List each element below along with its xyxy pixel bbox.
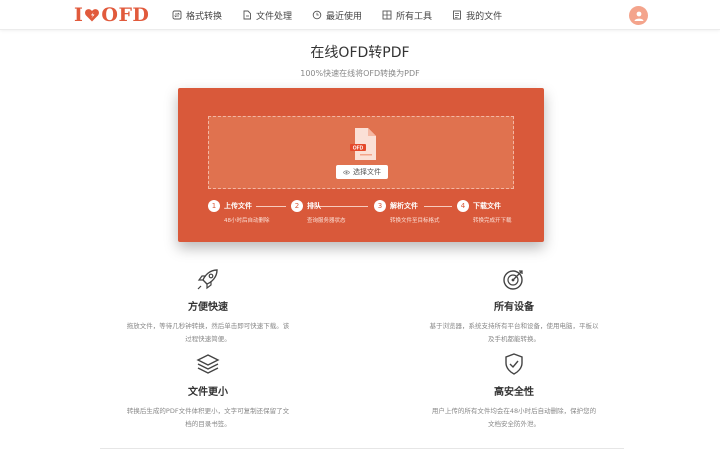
- logo-text-left: I: [74, 4, 84, 26]
- step-desc: 查询服务器状态: [307, 218, 346, 224]
- file-drop-zone[interactable]: OFD 选择文件: [208, 116, 514, 189]
- feature-desc: 转换后生成的PDF文件体积更小，文字可复制还保留了文 档的目录书签。: [118, 405, 298, 431]
- feature-title: 高安全性: [494, 387, 534, 398]
- my-file-icon: [453, 10, 462, 20]
- convert-icon: [172, 10, 182, 20]
- nav-label: 文件处理: [256, 11, 293, 22]
- nav-label: 最近使用: [326, 11, 363, 22]
- page-subtitle: 100%快速在线将OFD转换为PDF: [300, 69, 420, 78]
- progress-steps: 1 上传文件 48小时后自动删除 2 排队 查询服务器状态 3 解析文件 转换文…: [208, 200, 514, 230]
- step-desc: 转换文件至目标格式: [390, 218, 440, 224]
- nav-file-process[interactable]: 文件处理: [242, 0, 292, 30]
- main-nav: 格式转换 文件处理 最近使用 所有工具 我的文件: [172, 0, 522, 30]
- nav-label: 所有工具: [396, 11, 433, 22]
- nav-label: 格式转换: [186, 11, 223, 22]
- step-title: 解析文件: [390, 202, 418, 210]
- feature-desc-line: 文档安全防外泄。: [488, 420, 540, 428]
- feature-title: 方便快速: [188, 302, 228, 313]
- eye-icon: [343, 170, 350, 174]
- feature-title: 所有设备: [494, 302, 534, 313]
- step-desc: 48小时后自动删除: [224, 218, 270, 224]
- top-header: I OFD 格式转换 文件处理 最近使用 所有工具 我的文件: [0, 0, 720, 30]
- ofd-badge-text: OFD: [353, 146, 364, 152]
- step-title: 上传文件: [224, 202, 252, 210]
- nav-my-files[interactable]: 我的文件: [452, 0, 502, 30]
- step-connector: [316, 206, 368, 207]
- nav-recent[interactable]: 最近使用: [312, 0, 362, 30]
- step-connector: [256, 206, 286, 207]
- shield-icon: [505, 353, 523, 375]
- feature-smaller: 文件更小 转换后生成的PDF文件体积更小，文字可复制还保留了文 档的目录书签。: [118, 351, 298, 431]
- file-process-icon: [243, 10, 251, 20]
- step-number: 4: [457, 200, 469, 212]
- target-icon: [503, 270, 523, 290]
- heart-logo-icon: [85, 9, 100, 22]
- rocket-icon: [197, 269, 218, 290]
- step-title: 排队: [307, 202, 321, 210]
- footer-divider: [100, 448, 624, 449]
- step-number: 1: [208, 200, 220, 212]
- logo-text-right: OFD: [101, 4, 150, 26]
- step-desc: 转换完成开下载: [473, 218, 512, 224]
- nav-all-tools[interactable]: 所有工具: [382, 0, 432, 30]
- layers-icon: [196, 354, 220, 374]
- page-title: 在线OFD转PDF: [310, 45, 410, 61]
- user-avatar[interactable]: [629, 6, 648, 25]
- site-logo[interactable]: I OFD: [74, 4, 149, 26]
- feature-desc-line: 及手机都能转换。: [488, 335, 540, 343]
- ofd-file-icon: OFD: [350, 128, 376, 160]
- feature-desc-line: 转换后生成的PDF文件体积更小，文字可复制还保留了文: [126, 407, 290, 415]
- clock-icon: [312, 10, 322, 20]
- step-number: 3: [374, 200, 386, 212]
- step-connector: [424, 206, 452, 207]
- select-file-label: 选择文件: [353, 168, 381, 176]
- feature-desc-line: 过程快速简便。: [185, 335, 231, 343]
- feature-security: 高安全性 用户上传的所有文件均会在48小时后自动删除，保护您的 文档安全防外泄。: [424, 351, 604, 431]
- feature-title: 文件更小: [188, 387, 228, 398]
- feature-desc: 基于浏览器，系统支持所有平台和设备，使用电脑，平板以 及手机都能转换。: [424, 320, 604, 346]
- feature-desc-line: 档的目录书签。: [185, 420, 231, 428]
- feature-desc: 拖放文件，等待几秒钟转换，然后单击即可快速下载。该 过程快速简便。: [118, 320, 298, 346]
- upload-panel: OFD 选择文件 1 上传文件 48小时后自动删除 2 排队 查询服务器状态 3…: [178, 88, 544, 242]
- step-title: 下载文件: [473, 202, 501, 210]
- user-icon: [634, 11, 643, 21]
- feature-desc-line: 用户上传的所有文件均会在48小时后自动删除，保护您的: [431, 407, 597, 415]
- step-number: 2: [291, 200, 303, 212]
- feature-desc: 用户上传的所有文件均会在48小时后自动删除，保护您的 文档安全防外泄。: [424, 405, 604, 431]
- select-file-button[interactable]: 选择文件: [336, 165, 388, 179]
- nav-format-convert[interactable]: 格式转换: [172, 0, 222, 30]
- feature-desc-line: 拖放文件，等待几秒钟转换，然后单击即可快速下载。该: [126, 322, 290, 330]
- feature-fast: 方便快速 拖放文件，等待几秒钟转换，然后单击即可快速下载。该 过程快速简便。: [118, 266, 298, 346]
- feature-devices: 所有设备 基于浏览器，系统支持所有平台和设备，使用电脑，平板以 及手机都能转换。: [424, 266, 604, 346]
- tools-icon: [382, 10, 392, 20]
- feature-desc-line: 基于浏览器，系统支持所有平台和设备，使用电脑，平板以: [429, 322, 599, 330]
- nav-label: 我的文件: [466, 11, 503, 22]
